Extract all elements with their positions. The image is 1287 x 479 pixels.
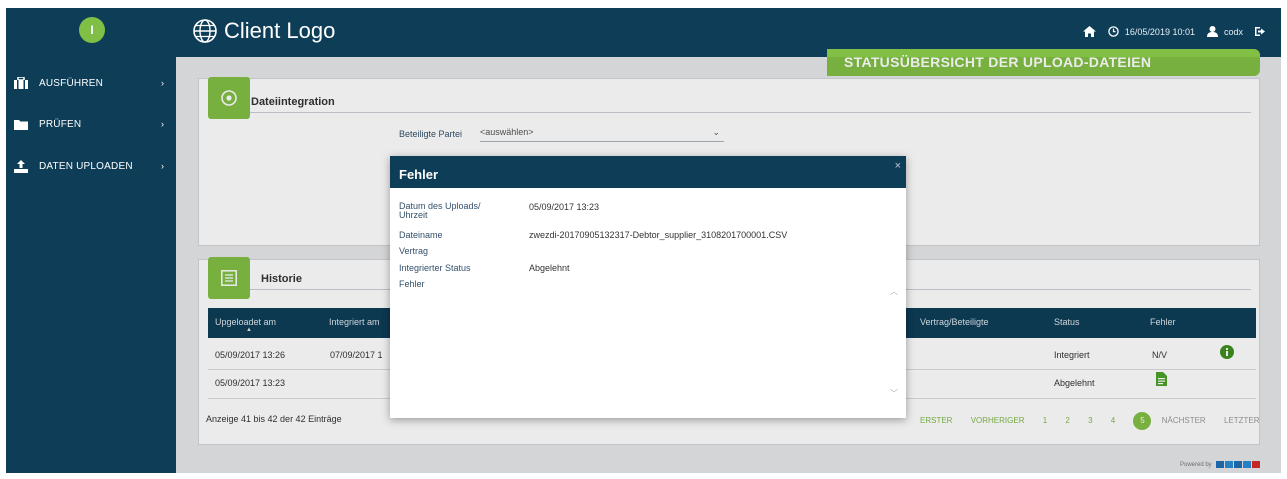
scroll-up-icon[interactable]: ︿ (890, 286, 898, 297)
sidebar-item-label: PRÜFEN (39, 118, 82, 130)
globe-icon (193, 19, 217, 43)
datetime: 16/05/2019 10:01 (1124, 26, 1195, 37)
sidebar-item-daten-uploaden[interactable]: DATEN UPLOADEN › (6, 154, 176, 178)
clock-icon (1108, 26, 1119, 37)
sidebar: I AUSFÜHREN › PRÜFEN › DATEN UPLOADEN › (6, 8, 176, 473)
logout-icon[interactable] (1255, 26, 1267, 37)
user-icon (1206, 26, 1218, 37)
sidebar-item-label: AUSFÜHREN (39, 77, 104, 89)
modal-title: Fehler (399, 167, 439, 182)
label-filename: Dateiname (399, 230, 443, 240)
brand-name: Client Logo (224, 18, 336, 43)
sidebar-item-pruefen[interactable]: PRÜFEN › (6, 112, 176, 136)
value-upload-date: 05/09/2017 13:23 (529, 202, 600, 212)
home-icon[interactable] (1082, 26, 1096, 37)
chevron-right-icon: › (161, 78, 164, 88)
label-contract: Vertrag (399, 246, 429, 256)
client-logo[interactable]: Client Logo (192, 18, 335, 44)
label-error: Fehler (399, 279, 425, 289)
folder-icon (13, 117, 29, 131)
value-integrated-status: Abgelehnt (529, 263, 570, 273)
top-right-tools: 16/05/2019 10:01 codx (1082, 26, 1267, 37)
briefcase-icon (13, 76, 29, 90)
sidebar-item-label: DATEN UPLOADEN (39, 160, 133, 172)
error-modal: Fehler × Datum des Uploads/ Uhrzeit 05/0… (390, 156, 906, 418)
sidebar-item-ausfuehren[interactable]: AUSFÜHREN › (6, 71, 176, 95)
modal-header: Fehler × (390, 156, 906, 188)
close-icon[interactable]: × (895, 160, 901, 172)
chevron-right-icon: › (161, 161, 164, 171)
value-filename: zwezdi-20170905132317-Debtor_supplier_31… (529, 230, 788, 240)
username[interactable]: codx (1224, 27, 1243, 37)
scroll-down-icon[interactable]: ﹀ (890, 388, 898, 399)
user-logo-icon[interactable]: I (79, 17, 105, 43)
chevron-right-icon: › (161, 119, 164, 129)
label-integrated-status: Integrierter Status (399, 263, 471, 273)
upload-icon (13, 159, 29, 173)
label-upload-date: Datum des Uploads/ Uhrzeit (399, 201, 481, 220)
